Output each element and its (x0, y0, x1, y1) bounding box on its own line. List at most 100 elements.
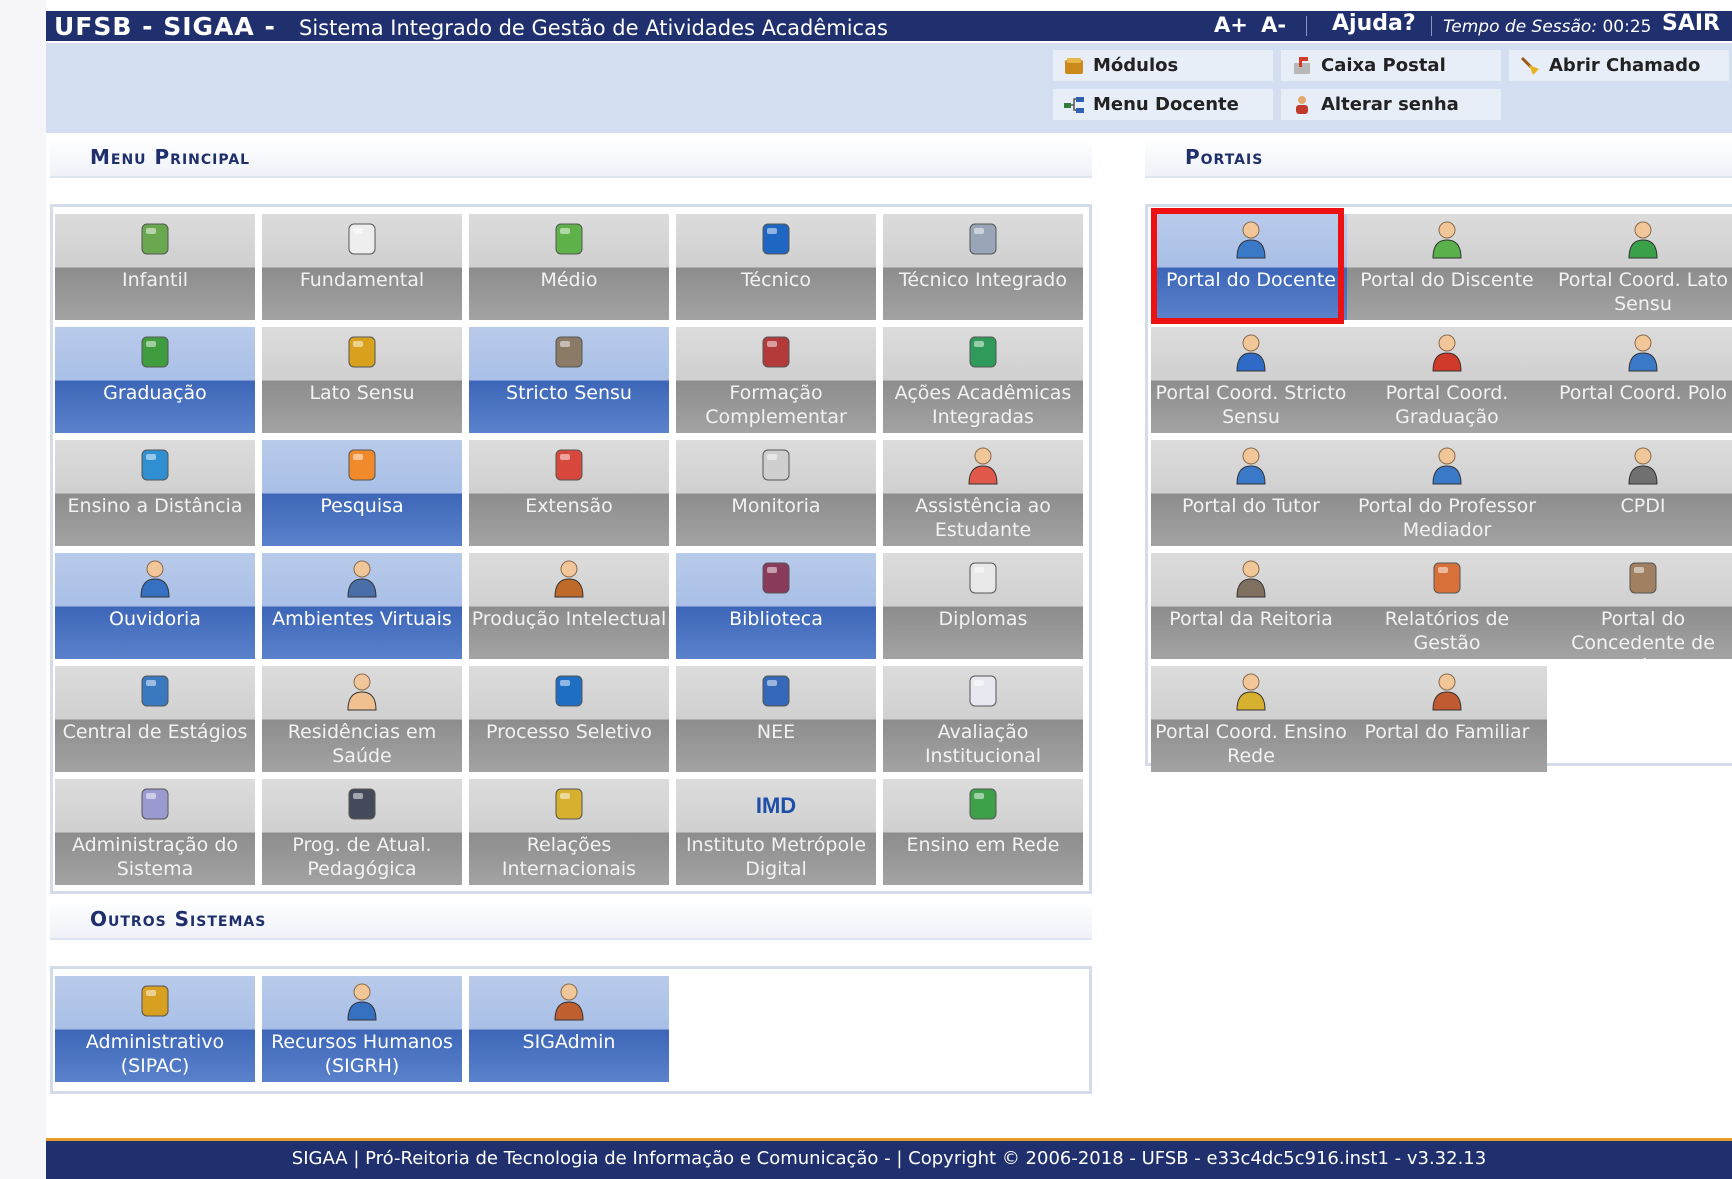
family-icon (1432, 673, 1462, 711)
portal-tile-portal-coord-lato-sensu[interactable]: Portal Coord. Lato Sensu (1543, 214, 1732, 320)
tile-label: Portal Coord. Stricto Sensu (1155, 382, 1347, 428)
blue-book-icon (762, 223, 790, 255)
menu-tile-assistencia-ao-estudante[interactable]: Assistência ao Estudante (883, 440, 1083, 546)
menu-tile-biblioteca[interactable]: Biblioteca (676, 553, 876, 659)
menu-tile-producao-intelectual[interactable]: Produção Intelectual (469, 553, 669, 659)
portal-tile-portal-coord-ensino-rede[interactable]: Portal Coord. Ensino Rede (1151, 666, 1351, 772)
house-icon (555, 449, 583, 481)
admin-icon (141, 985, 169, 1017)
tile-label: Infantil (121, 269, 189, 291)
portal-tile-portal-do-discente[interactable]: Portal do Discente (1347, 214, 1547, 320)
menu-tile-administracao-do-sistema[interactable]: Administração do Sistema (55, 779, 255, 885)
tile-label: Portal Coord. Ensino Rede (1155, 721, 1347, 767)
puzzle-icon (969, 336, 997, 368)
headset-user-icon (140, 560, 170, 598)
tile-label: Biblioteca (729, 608, 823, 630)
broom-icon (1520, 56, 1539, 75)
change-password-link[interactable]: Alterar senha (1281, 89, 1501, 120)
tile-label: Extensão (525, 495, 613, 517)
help-link[interactable]: Ajuda? (1332, 11, 1416, 36)
portal-tile-portal-do-familiar[interactable]: Portal do Familiar (1347, 666, 1547, 772)
menu-tile-pesquisa[interactable]: Pesquisa (262, 440, 462, 546)
menu-tile-extensao[interactable]: Extensão (469, 440, 669, 546)
teacher-menu-link[interactable]: Menu Docente (1053, 89, 1273, 120)
mailbox-link[interactable]: Caixa Postal (1281, 50, 1501, 81)
menu-tile-ambientes-virtuais[interactable]: Ambientes Virtuais (262, 553, 462, 659)
menu-tile-prog-de-atual-pedagogica[interactable]: Prog. de Atual. Pedagógica (262, 779, 462, 885)
menu-tree-icon (1064, 96, 1084, 113)
menu-tile-relacoes-internacionais[interactable]: Relações Internacionais (469, 779, 669, 885)
tile-label: Prog. de Atual. Pedagógica (292, 834, 432, 880)
menu-tile-infantil[interactable]: Infantil (55, 214, 255, 320)
polo-coordinator-icon (1628, 334, 1658, 372)
teacher-menu-label: Menu Docente (1093, 94, 1239, 115)
menu-tile-central-de-estagios[interactable]: Central de Estágios (55, 666, 255, 772)
left-margin (0, 0, 46, 1179)
system-tile-administrativo-sipac[interactable]: Administrativo (SIPAC) (55, 976, 255, 1082)
font-decrease-button[interactable]: A- (1261, 13, 1286, 37)
menu-tile-avaliacao-institucional[interactable]: Avaliação Institucional (883, 666, 1083, 772)
font-increase-button[interactable]: A+ (1214, 13, 1248, 37)
menu-tile-fundamental[interactable]: Fundamental (262, 214, 462, 320)
main-menu-title: Menu Principal (90, 145, 251, 169)
menu-tile-instituto-metropole-digital[interactable]: IMD Instituto Metrópole Digital (676, 779, 876, 885)
tile-label: Portal Coord. Lato Sensu (1557, 269, 1729, 315)
portal-tile-portal-coord-stricto-sensu[interactable]: Portal Coord. Stricto Sensu (1151, 327, 1351, 433)
portal-tile-portal-da-reitoria[interactable]: Portal da Reitoria (1151, 553, 1351, 659)
open-ticket-link[interactable]: Abrir Chamado (1509, 50, 1729, 81)
id-card-icon (1629, 562, 1657, 594)
red-book-icon (762, 336, 790, 368)
tile-label: Portal do Familiar (1364, 721, 1530, 743)
tile-label: Residências em Saúde (287, 721, 437, 767)
portal-tile-portal-coord-graduacao[interactable]: Portal Coord. Graduação (1347, 327, 1547, 433)
tile-label: CPDI (1620, 495, 1666, 517)
system-tile-sigadmin[interactable]: SIGAdmin (469, 976, 669, 1082)
modules-link[interactable]: Módulos (1053, 50, 1273, 81)
portal-tile-portal-do-professor-mediador[interactable]: Portal do Professor Mediador (1347, 440, 1547, 546)
menu-tile-acoes-academicas-integradas[interactable]: Ações Acadêmicas Integradas (883, 327, 1083, 433)
portal-tile-relatorios-de-gestao[interactable]: Relatórios de Gestão (1347, 553, 1547, 659)
menu-tile-graduacao[interactable]: Graduação (55, 327, 255, 433)
menu-tile-medio[interactable]: Médio (469, 214, 669, 320)
mailbox-icon (1294, 56, 1310, 74)
tile-label: Pesquisa (320, 495, 404, 517)
folder-icon (348, 336, 376, 368)
doctor-icon (347, 673, 377, 711)
network-coordinator-icon (1236, 673, 1266, 711)
world-map-icon (555, 788, 583, 820)
menu-tile-nee[interactable]: NEE (676, 666, 876, 772)
tile-label: Portal do Discente (1360, 269, 1534, 291)
tile-label: Relações Internacionais (501, 834, 637, 880)
globe-icon (141, 449, 169, 481)
tile-label: Ouvidoria (109, 608, 201, 630)
tutor-icon (1236, 447, 1266, 485)
tile-label: Portal do Docente (1166, 269, 1336, 291)
portal-tile-portal-do-concedente-de-estagio[interactable]: Portal do Concedente de Estágio (1543, 553, 1732, 659)
menu-tile-lato-sensu[interactable]: Lato Sensu (262, 327, 462, 433)
separator (1306, 16, 1307, 36)
drafting-icon (969, 223, 997, 255)
menu-tile-processo-seletivo[interactable]: Processo Seletivo (469, 666, 669, 772)
menu-tile-stricto-sensu[interactable]: Stricto Sensu (469, 327, 669, 433)
portal-tile-portal-do-docente[interactable]: Portal do Docente (1151, 214, 1351, 320)
portal-tile-portal-do-tutor[interactable]: Portal do Tutor (1151, 440, 1351, 546)
tile-label: Assistência ao Estudante (915, 495, 1051, 541)
separator (1431, 16, 1432, 36)
menu-tile-ouvidoria[interactable]: Ouvidoria (55, 553, 255, 659)
menu-tile-tecnico-integrado[interactable]: Técnico Integrado (883, 214, 1083, 320)
system-name: Sistema Integrado de Gestão de Atividade… (299, 16, 888, 40)
portal-tile-portal-coord-polo[interactable]: Portal Coord. Polo (1543, 327, 1732, 433)
menu-tile-formacao-complementar[interactable]: Formação Complementar (676, 327, 876, 433)
tile-label: Portal da Reitoria (1169, 608, 1333, 630)
menu-tile-monitoria[interactable]: Monitoria (676, 440, 876, 546)
system-tile-recursos-humanos-sigrh[interactable]: Recursos Humanos (SIGRH) (262, 976, 462, 1082)
menu-tile-diplomas[interactable]: Diplomas (883, 553, 1083, 659)
portal-tile-cpdi[interactable]: CPDI (1543, 440, 1732, 546)
logout-button[interactable]: SAIR (1662, 11, 1720, 36)
menu-tile-tecnico[interactable]: Técnico (676, 214, 876, 320)
hr-person-icon (347, 983, 377, 1021)
menu-tile-ensino-a-distancia[interactable]: Ensino a Distância (55, 440, 255, 546)
menu-tile-residencias-em-saude[interactable]: Residências em Saúde (262, 666, 462, 772)
menu-tile-ensino-em-rede[interactable]: Ensino em Rede (883, 779, 1083, 885)
session-time: 00:25 (1602, 17, 1652, 37)
